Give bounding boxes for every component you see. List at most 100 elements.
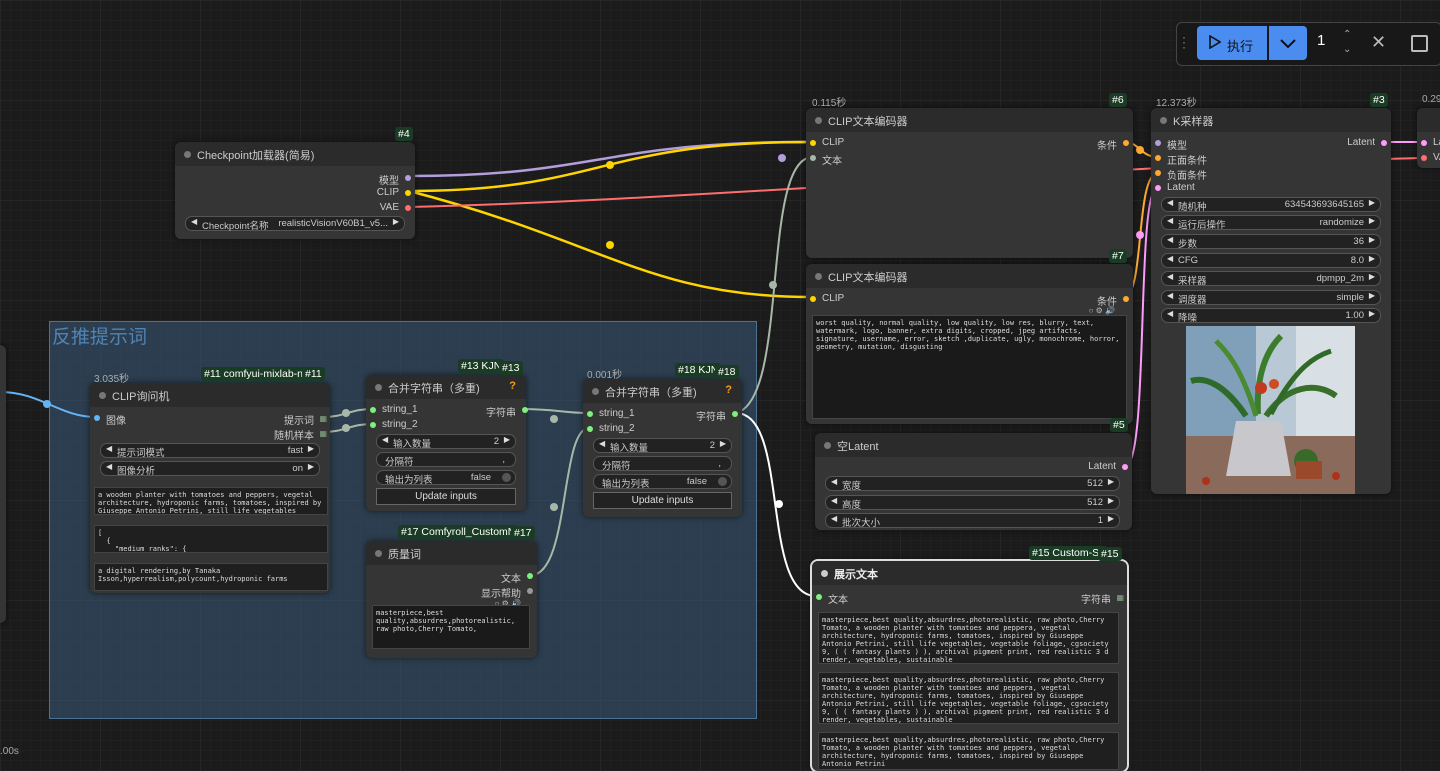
steps-widget[interactable]: ◀ 步数 36 ▶ — [1161, 234, 1381, 250]
node-source-badge: #15 Custom-Sc — [1029, 546, 1108, 560]
output-string[interactable]: 字符串 — [696, 408, 738, 423]
vae-decode-node-partial[interactable]: La VA — [1417, 108, 1440, 168]
collapse-dot[interactable] — [375, 384, 382, 391]
preview-image[interactable] — [1186, 326, 1355, 494]
collapse-dot[interactable] — [821, 570, 828, 577]
offscreen-node-left[interactable] — [0, 345, 6, 623]
display-text-1[interactable]: masterpiece,best quality,absurdres,photo… — [818, 612, 1119, 664]
input-image[interactable]: 图像 — [94, 412, 126, 427]
input-string-2[interactable]: string_2 — [370, 419, 418, 430]
random-sample-text[interactable]: a digital rendering,by Tanaka Isson,hype… — [94, 563, 328, 591]
text-options-icons[interactable]: ○ ⚙ 🔊 — [1089, 306, 1115, 315]
image-analysis-widget[interactable]: ◀ 图像分析 on ▶ — [100, 461, 320, 477]
seed-widget[interactable]: ◀ 随机种 634543693645165 ▶ — [1161, 197, 1381, 213]
input-string-1[interactable]: string_1 — [370, 404, 418, 415]
node-timing: 0.115秒 — [812, 98, 847, 109]
empty-latent-node[interactable]: 空Latent Latent ◀ 宽度 512 ▶ ◀ 高度 512 ▶ ◀ 批次大小 1 ▶ — [815, 433, 1132, 530]
update-inputs-button[interactable]: Update inputs — [376, 488, 516, 505]
input-text[interactable]: 文本 — [810, 152, 842, 167]
output-prompt[interactable]: 提示词 ▦ — [284, 412, 327, 427]
collapse-dot[interactable] — [815, 273, 822, 280]
output-random-samples[interactable]: 随机样本 ▦ — [274, 427, 327, 442]
output-as-list-toggle[interactable]: 输出为列表 false — [593, 474, 732, 490]
batch-size-widget[interactable]: ◀ 批次大小 1 ▶ — [825, 513, 1120, 529]
scheduler-widget[interactable]: ◀ 调度器 simple ▶ — [1161, 290, 1381, 306]
input-string-2[interactable]: string_2 — [587, 423, 635, 434]
collapse-dot[interactable] — [592, 388, 599, 395]
denoise-widget[interactable]: ◀ 降噪 1.00 ▶ — [1161, 308, 1381, 324]
input-vae[interactable]: VA — [1421, 152, 1440, 163]
output-model[interactable]: 模型 — [379, 172, 411, 187]
clip-text-encode-positive-node[interactable]: CLIP文本编码器 CLIP 文本 条件 — [806, 108, 1133, 258]
collapse-dot[interactable] — [375, 550, 382, 557]
node-title: CLIP询问机 — [112, 391, 170, 403]
analysis-output-text[interactable]: [ { "medium_ranks": { — [94, 525, 328, 553]
display-text-3[interactable]: masterpiece,best quality,absurdres,photo… — [818, 732, 1119, 770]
output-clip[interactable]: CLIP — [377, 187, 411, 198]
node-id-badge: #3 — [1370, 93, 1388, 107]
input-negative[interactable]: 负面条件 — [1155, 167, 1207, 182]
width-widget[interactable]: ◀ 宽度 512 ▶ — [825, 476, 1120, 492]
output-latent[interactable]: Latent — [1347, 137, 1387, 148]
concat-strings-node-13[interactable]: 合并字符串（多重)? string_1 string_2 ◀ 输入数量 2 ▶ 分隔符… — [366, 375, 526, 511]
output-string[interactable]: 字符串 ▦ — [1081, 591, 1124, 606]
quality-prompt-textarea[interactable]: masterpiece,best quality,absurdres,photo… — [372, 605, 530, 649]
batch-count-input[interactable]: 1 — [1317, 32, 1325, 49]
input-clip[interactable]: CLIP — [810, 137, 844, 148]
batch-count-stepper[interactable]: ⌃ ⌄ — [1343, 27, 1351, 57]
run-options-dropdown[interactable] — [1269, 26, 1307, 60]
output-string[interactable]: 字符串 — [470, 404, 528, 419]
height-widget[interactable]: ◀ 高度 512 ▶ — [825, 495, 1120, 511]
output-show-help[interactable]: 显示帮助 — [481, 585, 533, 600]
output-vae[interactable]: VAE — [380, 202, 411, 213]
ckpt-name-widget[interactable]: ◀ Checkpoint名称 realisticVisionV60B1_v5...… — [185, 216, 405, 232]
output-text[interactable]: 文本 — [501, 570, 533, 585]
show-text-node[interactable]: 展示文本 文本 字符串 ▦ masterpiece,best quality,ab… — [810, 559, 1129, 771]
clip-text-encode-negative-node[interactable]: CLIP文本编码器 CLIP 条件 ○ ⚙ 🔊 worst quality, n… — [806, 264, 1133, 424]
input-text[interactable]: 文本 — [816, 591, 848, 606]
collapse-dot[interactable] — [184, 151, 191, 158]
input-clip[interactable]: CLIP — [810, 293, 844, 304]
prompt-output-text[interactable]: a wooden planter with tomatoes and peppe… — [94, 487, 328, 515]
quality-words-node[interactable]: 质量词 文本 显示帮助 ○ ⚙ 🔊 masterpiece,best quali… — [366, 541, 537, 658]
wire-string1 — [518, 408, 590, 414]
clip-interrogator-node[interactable]: CLIP询问机 图像 提示词 ▦ 随机样本 ▦ ◀ 提示词模式 fast ▶ ◀ 图像分析 o… — [90, 383, 330, 593]
output-as-list-toggle[interactable]: 输出为列表 false — [376, 470, 516, 486]
control-after-generate-widget[interactable]: ◀ 运行后操作 randomize ▶ — [1161, 215, 1381, 231]
stop-icon[interactable] — [1411, 35, 1428, 52]
input-model[interactable]: 模型 — [1155, 137, 1187, 152]
display-text-2[interactable]: masterpiece,best quality,absurdres,photo… — [818, 672, 1119, 724]
help-icon[interactable]: ? — [509, 380, 516, 392]
collapse-dot[interactable] — [815, 117, 822, 124]
prompt-mode-widget[interactable]: ◀ 提示词模式 fast ▶ — [100, 443, 320, 459]
sampler-widget[interactable]: ◀ 采样器 dpmpp_2m ▶ — [1161, 271, 1381, 287]
output-conditioning[interactable]: 条件 — [1097, 137, 1129, 152]
update-inputs-button[interactable]: Update inputs — [593, 492, 732, 509]
cfg-widget[interactable]: ◀ CFG 8.0 ▶ — [1161, 253, 1381, 268]
node-title: 空Latent — [837, 441, 879, 453]
output-latent[interactable]: Latent — [1088, 461, 1128, 472]
run-button[interactable]: 执行 — [1197, 26, 1267, 60]
delimiter-widget[interactable]: 分隔符, — [593, 456, 732, 472]
node-id-badge: #5 — [1110, 418, 1128, 432]
node-title: 质量词 — [388, 549, 421, 561]
collapse-dot[interactable] — [824, 442, 831, 449]
chevron-down-icon — [1280, 39, 1296, 49]
input-latent[interactable]: La — [1421, 137, 1440, 148]
node-title: CLIP文本编码器 — [828, 272, 908, 284]
input-latent[interactable]: Latent — [1155, 182, 1195, 193]
collapse-dot[interactable] — [99, 392, 106, 399]
collapse-dot[interactable] — [1160, 117, 1167, 124]
input-positive[interactable]: 正面条件 — [1155, 152, 1207, 167]
help-icon[interactable]: ? — [725, 384, 732, 396]
ksampler-node[interactable]: K采样器 模型 正面条件 负面条件 Latent Latent ◀ 随机种 6345… — [1151, 108, 1391, 494]
input-count-widget[interactable]: ◀ 输入数量 2 ▶ — [376, 434, 516, 450]
delimiter-widget[interactable]: 分隔符, — [376, 452, 516, 468]
drag-handle-icon[interactable]: · · · — [1182, 31, 1186, 53]
concat-strings-node-18[interactable]: 合并字符串（多重)? string_1 string_2 字符串 ◀ 输入数量 2 ▶… — [583, 379, 742, 517]
close-icon[interactable]: ✕ — [1371, 32, 1386, 53]
input-string-1[interactable]: string_1 — [587, 408, 635, 419]
negative-prompt-textarea[interactable]: worst quality, normal quality, low quali… — [812, 315, 1127, 419]
input-count-widget[interactable]: ◀ 输入数量 2 ▶ — [593, 438, 732, 454]
checkpoint-loader-node[interactable]: Checkpoint加载器(简易) 模型 CLIP VAE ◀ Checkpoin… — [175, 142, 415, 239]
